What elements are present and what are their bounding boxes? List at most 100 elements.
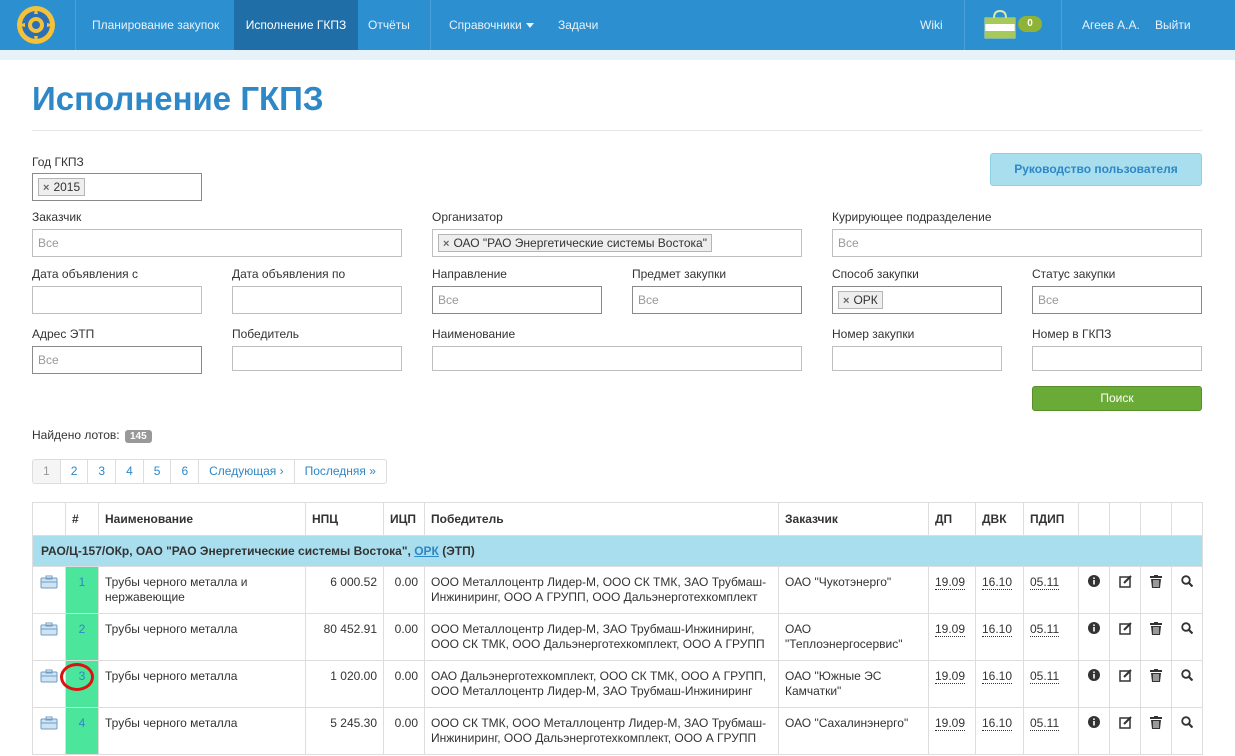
rao-logo-icon[interactable] [10, 4, 62, 46]
page-link-4[interactable]: 4 [115, 460, 143, 483]
row-index[interactable]: 1 [65, 566, 99, 614]
page-next-link[interactable]: Следующая › [198, 460, 293, 483]
date-to-input[interactable] [232, 286, 402, 314]
group-method-link[interactable]: ОРК [414, 544, 439, 558]
direction-select[interactable]: Все [432, 286, 602, 314]
row-dp[interactable]: 19.09 [935, 622, 966, 637]
nav-wiki[interactable]: Wiki [910, 0, 953, 50]
row-delete-cell[interactable] [1140, 613, 1172, 661]
remove-tag-icon[interactable]: × [443, 238, 449, 250]
briefcase-icon[interactable] [39, 575, 59, 589]
page-last-link[interactable]: Последняя » [293, 460, 386, 483]
row-cart-cell[interactable] [32, 707, 66, 755]
status-select[interactable]: Все [1032, 286, 1202, 314]
row-dvk[interactable]: 16.10 [982, 622, 1013, 637]
trash-icon[interactable] [1147, 575, 1165, 588]
remove-tag-icon[interactable]: × [843, 295, 849, 307]
row-dvk[interactable]: 16.10 [982, 575, 1013, 590]
row-view-cell[interactable] [1171, 660, 1203, 708]
row-dvk[interactable]: 16.10 [982, 669, 1013, 684]
customer-select[interactable]: Все [32, 229, 402, 257]
info-icon[interactable] [1085, 669, 1103, 681]
remove-tag-icon[interactable]: × [43, 182, 49, 194]
search-icon[interactable] [1178, 669, 1196, 681]
briefcase-icon[interactable] [39, 622, 59, 636]
row-pdip[interactable]: 05.11 [1030, 575, 1060, 590]
row-info-cell[interactable] [1078, 566, 1110, 614]
page-link-6[interactable]: 6 [170, 460, 198, 483]
gkpz-number-input[interactable] [1032, 346, 1202, 371]
trash-icon[interactable] [1147, 716, 1165, 729]
curator-select[interactable]: Все [832, 229, 1202, 257]
etp-select[interactable]: Все [32, 346, 202, 374]
subject-select[interactable]: Все [632, 286, 802, 314]
row-view-cell[interactable] [1171, 613, 1203, 661]
info-icon[interactable] [1085, 622, 1103, 634]
row-cart-cell[interactable] [32, 566, 66, 614]
row-edit-cell[interactable] [1109, 566, 1141, 614]
organizer-select[interactable]: × ОАО "РАО Энергетические системы Востока… [432, 229, 802, 257]
info-icon[interactable] [1085, 716, 1103, 728]
row-delete-cell[interactable] [1140, 566, 1172, 614]
briefcase-icon[interactable] [39, 716, 59, 730]
row-delete-cell[interactable] [1140, 707, 1172, 755]
nav-logout[interactable]: Выйти [1145, 0, 1201, 50]
row-cart-cell[interactable] [32, 660, 66, 708]
nav-execution[interactable]: Исполнение ГКПЗ [234, 0, 358, 50]
col-header-winner[interactable]: Победитель [424, 502, 779, 536]
search-icon[interactable] [1178, 622, 1196, 634]
row-cart-cell[interactable] [32, 613, 66, 661]
row-pdip[interactable]: 05.11 [1030, 716, 1060, 731]
row-view-cell[interactable] [1171, 707, 1203, 755]
nav-tasks[interactable]: Задачи [548, 0, 608, 50]
trash-icon[interactable] [1147, 669, 1165, 682]
page-link-3[interactable]: 3 [87, 460, 115, 483]
row-edit-cell[interactable] [1109, 707, 1141, 755]
row-info-cell[interactable] [1078, 660, 1110, 708]
info-icon[interactable] [1085, 575, 1103, 587]
edit-icon[interactable] [1116, 622, 1134, 635]
row-pdip[interactable]: 05.11 [1030, 622, 1060, 637]
edit-icon[interactable] [1116, 716, 1134, 729]
page-link-1[interactable]: 1 [33, 460, 60, 483]
row-pdip[interactable]: 05.11 [1030, 669, 1060, 684]
year-select[interactable]: × 2015 [32, 173, 202, 201]
col-header-npc[interactable]: НПЦ [305, 502, 384, 536]
nav-references[interactable]: Справочники [439, 0, 544, 50]
user-guide-button[interactable]: Руководство пользователя [990, 153, 1202, 186]
row-dp[interactable]: 19.09 [935, 716, 966, 731]
row-edit-cell[interactable] [1109, 660, 1141, 708]
page-link-2[interactable]: 2 [59, 460, 88, 483]
trash-icon[interactable] [1147, 622, 1165, 635]
search-icon[interactable] [1178, 716, 1196, 728]
row-dp[interactable]: 19.09 [935, 669, 966, 684]
col-header-customer[interactable]: Заказчик [778, 502, 929, 536]
shopping-bag-icon[interactable] [983, 9, 1017, 39]
col-header-index[interactable]: # [65, 502, 99, 536]
briefcase-icon[interactable] [39, 669, 59, 683]
nav-user[interactable]: Агеев А.А. [1072, 0, 1150, 50]
nav-planning[interactable]: Планирование закупок [82, 0, 229, 50]
row-index[interactable]: 2 [65, 613, 99, 661]
number-input[interactable] [832, 346, 1002, 371]
row-delete-cell[interactable] [1140, 660, 1172, 708]
col-header-name[interactable]: Наименование [98, 502, 306, 536]
col-header-pdip[interactable]: ПДИП [1023, 502, 1079, 536]
winner-input[interactable] [232, 346, 402, 371]
row-view-cell[interactable] [1171, 566, 1203, 614]
col-header-dvk[interactable]: ДВК [975, 502, 1024, 536]
search-button[interactable]: Поиск [1032, 386, 1202, 411]
row-dp[interactable]: 19.09 [935, 575, 966, 590]
edit-icon[interactable] [1116, 669, 1134, 682]
row-edit-cell[interactable] [1109, 613, 1141, 661]
row-index[interactable]: 4 [65, 707, 99, 755]
row-info-cell[interactable] [1078, 613, 1110, 661]
name-input[interactable] [432, 346, 802, 371]
nav-reports[interactable]: Отчёты [358, 0, 420, 50]
col-header-dp[interactable]: ДП [928, 502, 976, 536]
date-from-input[interactable] [32, 286, 202, 314]
edit-icon[interactable] [1116, 575, 1134, 588]
col-header-icp[interactable]: ИЦП [383, 502, 425, 536]
method-select[interactable]: × ОРК [832, 286, 1002, 314]
row-dvk[interactable]: 16.10 [982, 716, 1013, 731]
